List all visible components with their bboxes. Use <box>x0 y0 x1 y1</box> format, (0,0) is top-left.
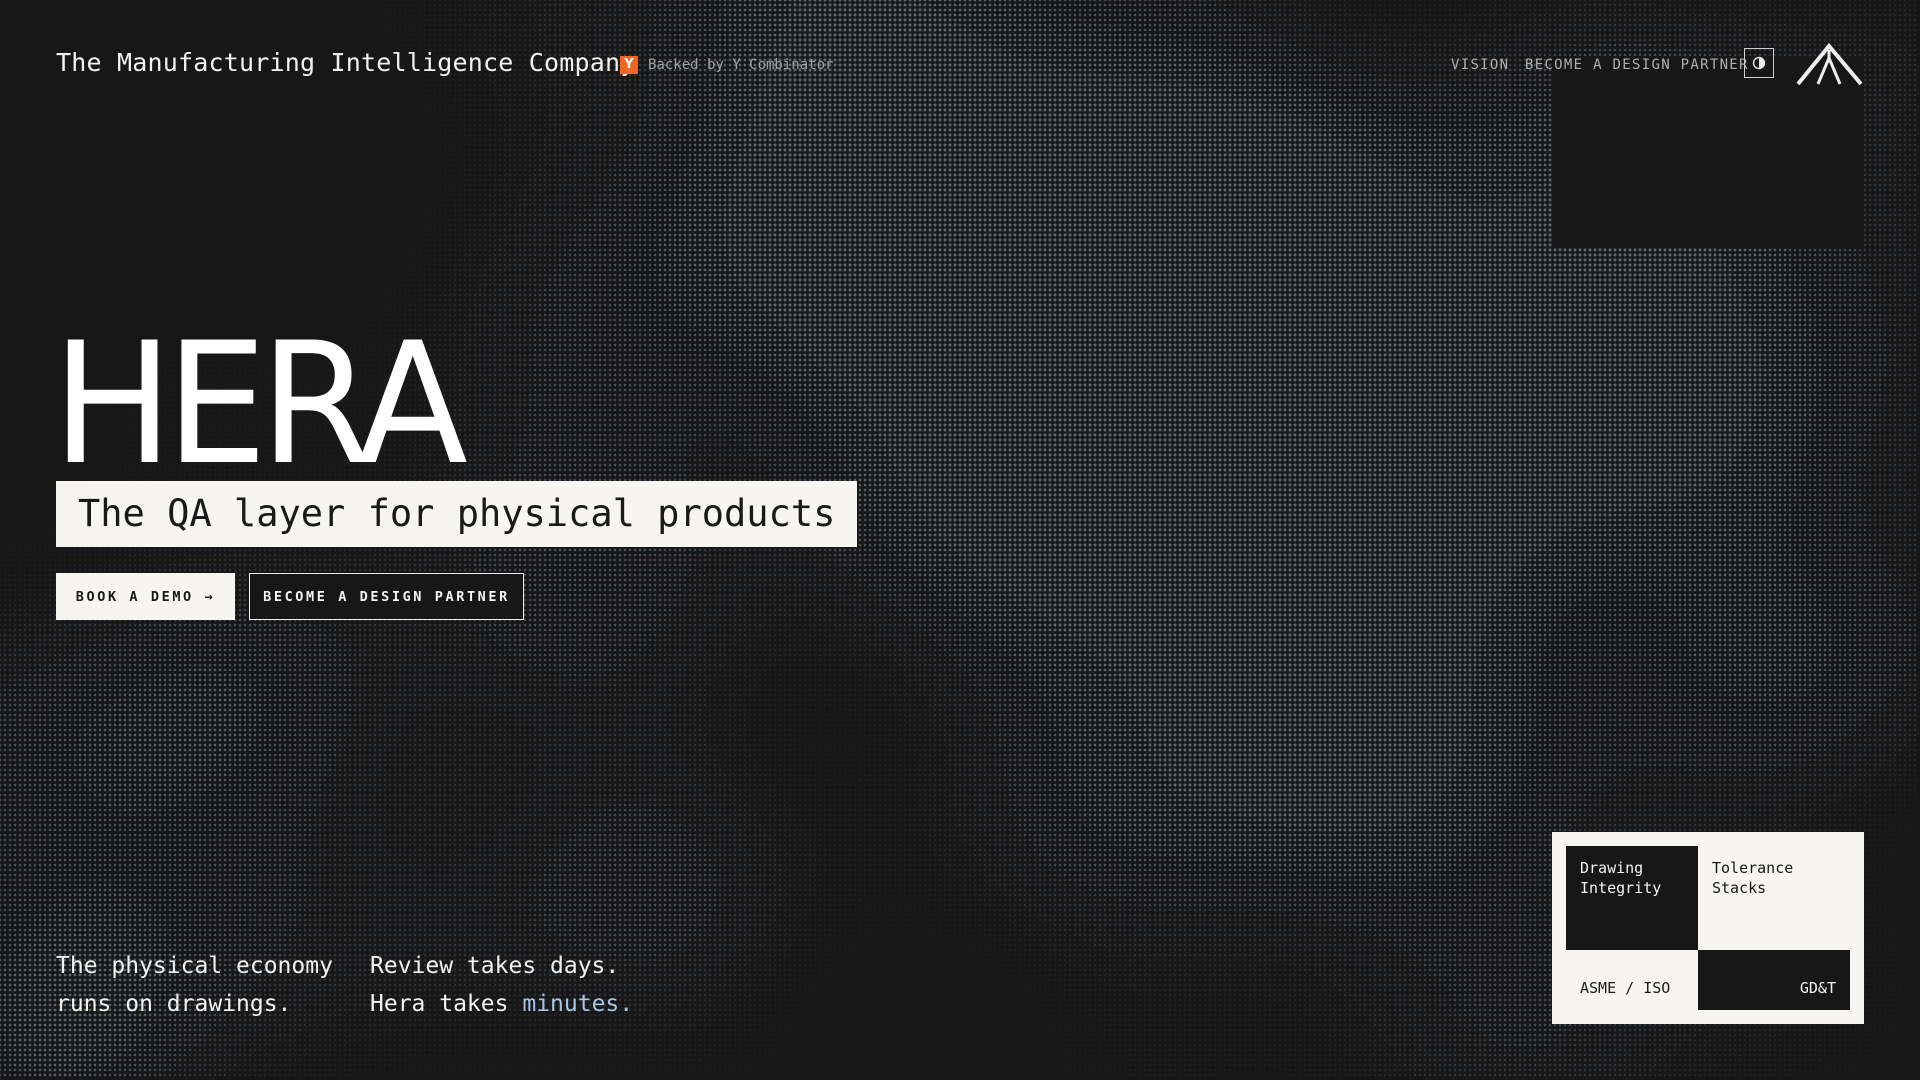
hero-title: HERA <box>52 306 468 502</box>
company-tagline: The Manufacturing Intelligence Company <box>56 48 636 77</box>
feature-tolerance-stacks: Tolerance Stacks <box>1712 859 1794 897</box>
book-demo-button[interactable]: BOOK A DEMO → <box>56 573 235 620</box>
feature-asme-iso: ASME / ISO <box>1580 979 1671 997</box>
nav-vision-link[interactable]: VISION <box>1451 57 1509 73</box>
hero-tagline: The QA layer for physical products <box>56 481 858 547</box>
theme-toggle-button[interactable] <box>1744 48 1774 78</box>
yc-badge-text: Backed by Y Combinator <box>648 57 834 73</box>
feature-card: Drawing Integrity Tolerance Stacks ASME … <box>1552 832 1864 1024</box>
yc-badge[interactable]: Y Backed by Y Combinator <box>620 56 833 74</box>
hera-logo-icon[interactable] <box>1795 42 1865 92</box>
statement-review-prefix: Hera takes <box>370 991 509 1017</box>
statement-review-accent: minutes. <box>522 991 634 1017</box>
statement-drawings-line-1: The physical economy <box>56 953 333 979</box>
y-combinator-logo-icon: Y <box>620 56 638 74</box>
nav-design-partner-link[interactable]: BECOME A DESIGN PARTNER <box>1525 57 1749 73</box>
design-partner-button[interactable]: BECOME A DESIGN PARTNER <box>249 573 524 620</box>
contrast-icon <box>1752 56 1766 70</box>
statement-drawings-line-2: runs on drawings. <box>56 991 292 1017</box>
feature-gdt: GD&T <box>1698 950 1850 1010</box>
hera-logo-mark <box>1796 42 1863 86</box>
statement-review-line-1: Review takes days. <box>370 953 620 979</box>
statement-review-line-2: Hera takes minutes. <box>370 985 633 1023</box>
statement-review: Review takes days. Hera takes minutes. <box>370 947 633 1023</box>
feature-drawing-integrity: Drawing Integrity <box>1566 846 1698 950</box>
statement-drawings: The physical economy runs on drawings. <box>56 947 333 1023</box>
